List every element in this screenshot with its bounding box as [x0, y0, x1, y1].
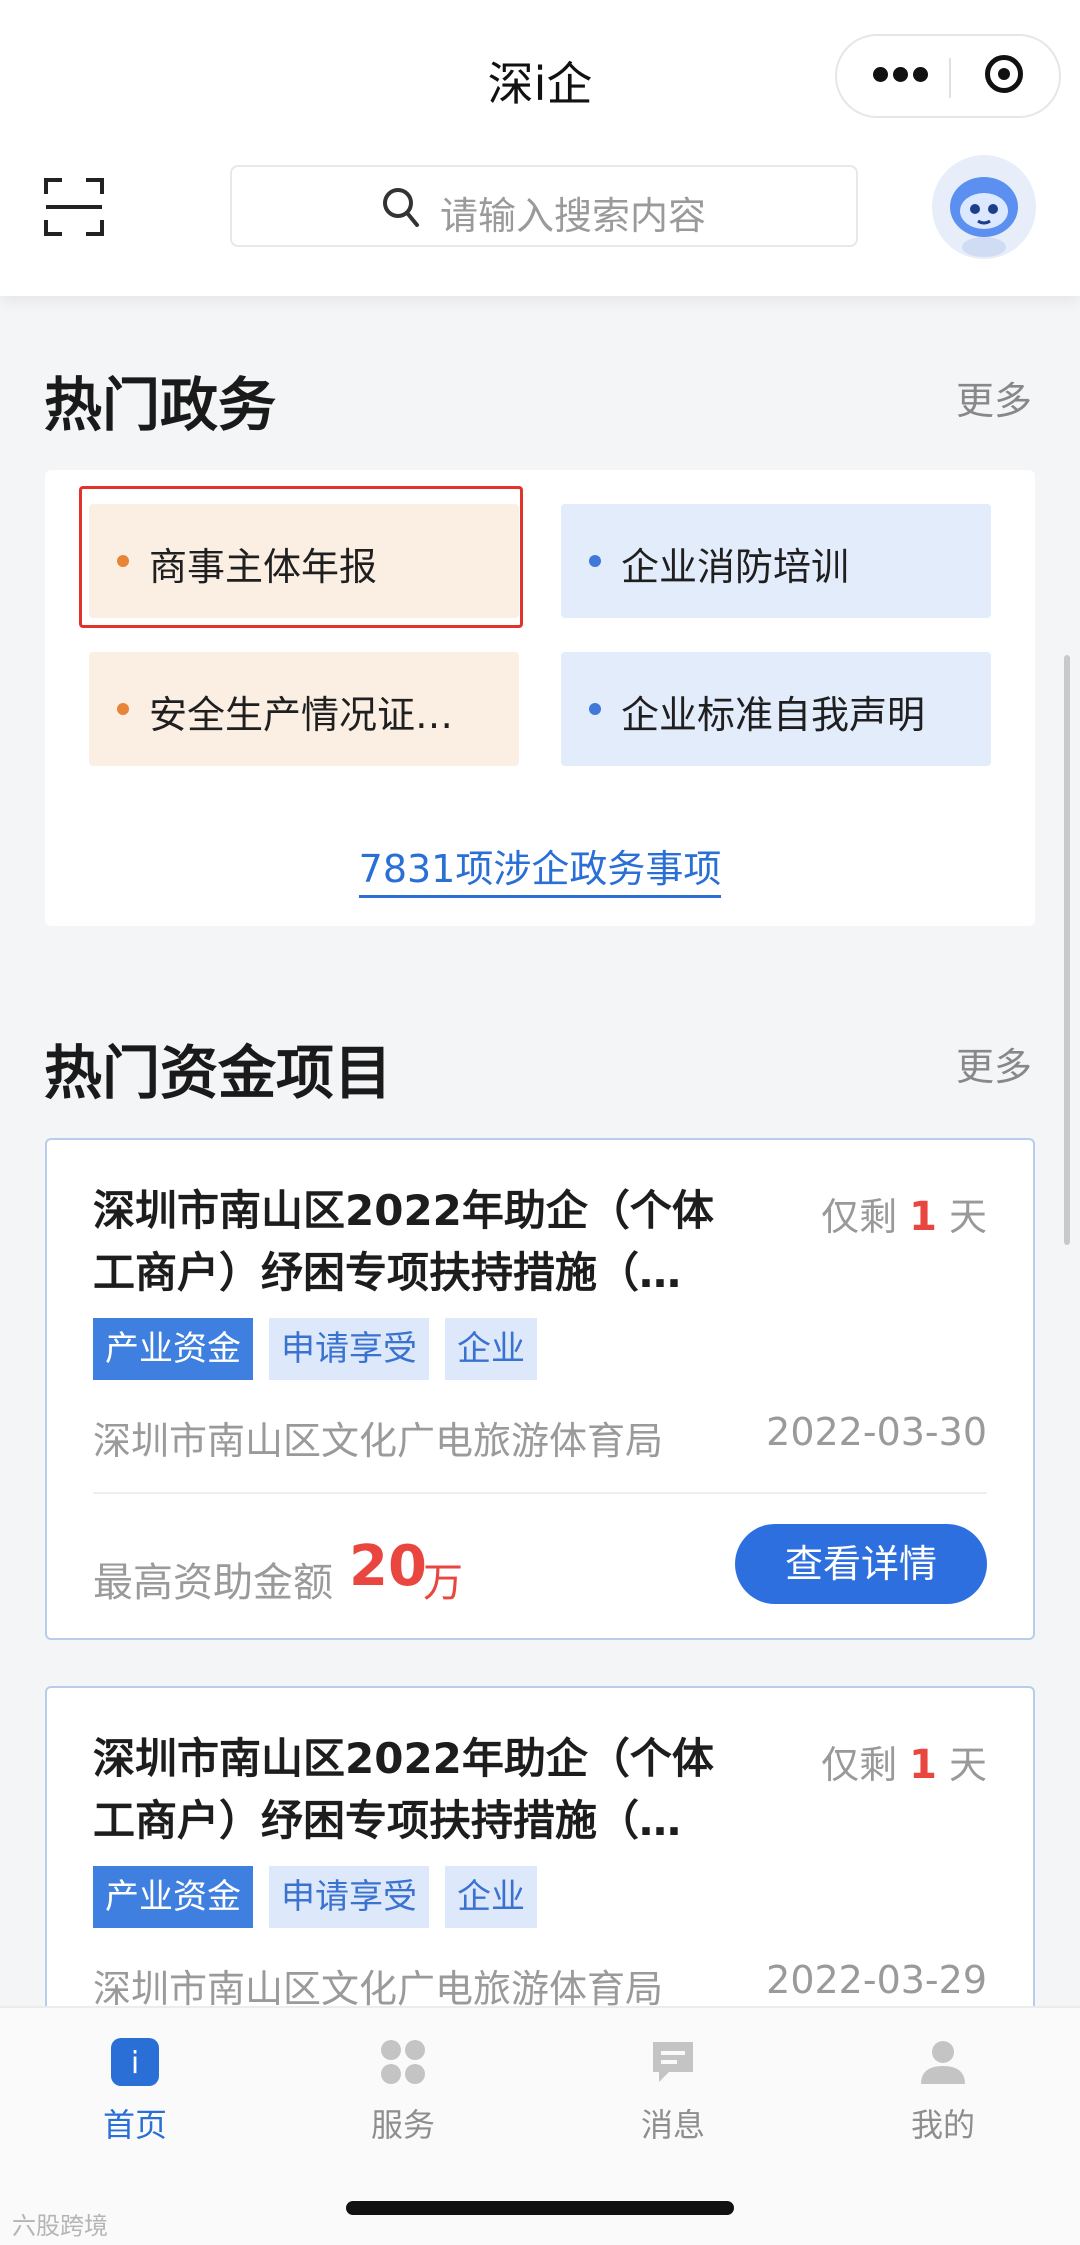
service-grid-icon — [379, 2038, 427, 2086]
tag-enterprise: 企业 — [445, 1866, 537, 1928]
tag-apply: 申请享受 — [269, 1318, 429, 1380]
home-indicator[interactable] — [346, 2201, 734, 2215]
tab-home[interactable]: i 首页 — [55, 2038, 215, 2146]
watermark: 六股跨境 — [12, 2212, 108, 2240]
hot-funds-title: 热门资金项目 — [44, 1039, 393, 1107]
tab-messages[interactable]: 消息 — [593, 2038, 753, 2146]
tab-label: 消息 — [640, 2106, 705, 2144]
message-icon — [649, 2038, 697, 2086]
search-input[interactable]: 请输入搜索内容 — [230, 165, 858, 247]
search-icon — [383, 188, 419, 227]
mini-program-capsule — [835, 34, 1061, 118]
tile-dot — [589, 555, 601, 567]
fund-title: 深圳市南山区2022年助企（个体工商户）纾困专项扶持措施（… — [93, 1186, 714, 1297]
close-target-icon[interactable] — [985, 55, 1023, 93]
hot-gov-title: 热门政务 — [44, 371, 277, 439]
scan-icon[interactable] — [44, 178, 104, 236]
tag-apply: 申请享受 — [269, 1866, 429, 1928]
hot-gov-more-link[interactable]: 更多 — [956, 370, 1032, 425]
fund-card[interactable]: 深圳市南山区2022年助企（个体工商户）纾困专项扶持措施（… 仅剩 1 天 产业资金… — [45, 1138, 1035, 1640]
highlight-annotation-box — [79, 486, 523, 628]
fund-tags: 产业资金 申请享受 企业 — [93, 1318, 553, 1380]
remain-prefix: 仅剩 — [821, 1743, 898, 1787]
tile-label: 安全生产情况证… — [149, 693, 454, 737]
scrollbar[interactable] — [1064, 655, 1070, 1245]
remain-days-number: 1 — [909, 1742, 937, 1788]
fund-date: 2022-03-29 — [766, 1958, 987, 2002]
tab-profile[interactable]: 我的 — [863, 2038, 1023, 2146]
remain-days-number: 1 — [909, 1194, 937, 1240]
fund-card[interactable]: 深圳市南山区2022年助企（个体工商户）纾困专项扶持措施（… 仅剩 1 天 产业资金… — [45, 1686, 1035, 2046]
tab-label: 首页 — [102, 2106, 167, 2144]
gov-tile-standard-declaration[interactable]: 企业标准自我声明 — [561, 652, 991, 766]
home-icon: i — [111, 2038, 159, 2086]
max-amount-label: 最高资助金额 — [93, 1560, 333, 1606]
max-amount-value: 20 — [349, 1534, 427, 1599]
profile-icon — [919, 2038, 967, 2086]
tab-label: 服务 — [370, 2106, 435, 2144]
tile-dot — [117, 703, 129, 715]
search-placeholder: 请输入搜索内容 — [440, 194, 707, 238]
more-dots-icon[interactable] — [873, 67, 929, 87]
remain-prefix: 仅剩 — [821, 1195, 898, 1239]
tile-label: 企业消防培训 — [621, 545, 850, 589]
tag-enterprise: 企业 — [445, 1318, 537, 1380]
tag-industry-fund: 产业资金 — [93, 1866, 253, 1928]
remaining-days: 仅剩 1 天 — [821, 1734, 987, 1789]
capsule-divider — [949, 58, 951, 98]
remaining-days: 仅剩 1 天 — [821, 1186, 987, 1241]
tab-service[interactable]: 服务 — [323, 2038, 483, 2146]
tile-dot — [589, 703, 601, 715]
view-details-button[interactable]: 查看详情 — [735, 1524, 987, 1604]
assistant-avatar[interactable] — [932, 155, 1036, 259]
gov-tile-fire-training[interactable]: 企业消防培训 — [561, 504, 991, 618]
tile-label: 企业标准自我声明 — [621, 693, 926, 737]
fund-title: 深圳市南山区2022年助企（个体工商户）纾困专项扶持措施（… — [93, 1734, 714, 1845]
fund-tags: 产业资金 申请享受 企业 — [93, 1866, 553, 1928]
svg-text:i: i — [131, 2046, 139, 2081]
max-amount-unit: 万 — [423, 1560, 463, 1606]
tag-industry-fund: 产业资金 — [93, 1318, 253, 1380]
gov-count-link[interactable]: 7831项涉企政务事项 — [0, 838, 1080, 898]
tab-label: 我的 — [910, 2106, 975, 2144]
fund-date: 2022-03-30 — [766, 1410, 987, 1454]
gov-tile-safety-certificate[interactable]: 安全生产情况证… — [89, 652, 519, 766]
remain-suffix: 天 — [948, 1743, 987, 1787]
hot-funds-more-link[interactable]: 更多 — [956, 1036, 1032, 1091]
remain-suffix: 天 — [948, 1195, 987, 1239]
fund-department: 深圳市南山区文化广电旅游体育局 — [93, 1419, 664, 1463]
card-divider — [93, 1492, 987, 1494]
gov-count-text[interactable]: 7831项涉企政务事项 — [358, 847, 722, 898]
fund-department: 深圳市南山区文化广电旅游体育局 — [93, 1967, 664, 2011]
